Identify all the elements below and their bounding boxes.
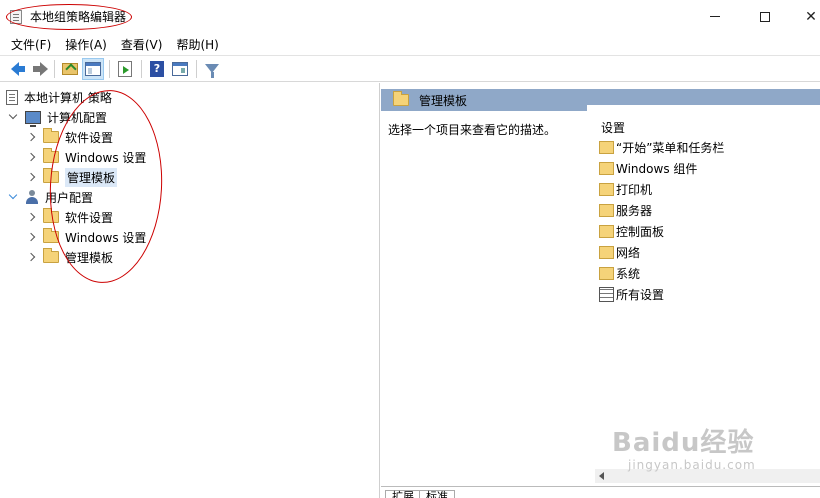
user-icon bbox=[25, 190, 39, 204]
minimize-icon bbox=[710, 16, 720, 17]
folder-icon bbox=[599, 245, 614, 259]
folder-icon bbox=[393, 91, 409, 106]
all-settings-icon bbox=[599, 286, 614, 302]
scroll-left-icon[interactable] bbox=[599, 472, 604, 480]
chevron-right-icon[interactable] bbox=[26, 152, 36, 162]
folder-icon bbox=[599, 161, 614, 175]
help-icon: ? bbox=[150, 60, 164, 77]
filter-button[interactable] bbox=[201, 58, 223, 80]
properties-icon bbox=[172, 61, 188, 76]
setting-label: 网络 bbox=[616, 245, 641, 260]
watermark: Baidu经验 jingyan.baidu.com bbox=[612, 418, 772, 488]
setting-label: 系统 bbox=[616, 266, 641, 281]
setting-control-panel[interactable]: 控制面板 bbox=[599, 221, 664, 241]
setting-label: 打印机 bbox=[616, 182, 653, 197]
menu-view[interactable]: 查看(V) bbox=[114, 36, 170, 53]
toolbar-separator bbox=[109, 59, 110, 78]
up-one-level-button[interactable] bbox=[59, 58, 81, 80]
setting-system[interactable]: 系统 bbox=[599, 263, 640, 283]
title-bar: 本地组策略编辑器 ✕ bbox=[0, 0, 820, 33]
tab-extended[interactable]: 扩展 bbox=[385, 490, 421, 498]
minimize-button[interactable] bbox=[692, 0, 738, 33]
setting-network[interactable]: 网络 bbox=[599, 242, 640, 262]
setting-server[interactable]: 服务器 bbox=[599, 200, 652, 220]
setting-label: 所有设置 bbox=[616, 287, 665, 302]
chevron-down-icon[interactable] bbox=[8, 110, 18, 120]
show-hide-tree-button[interactable] bbox=[82, 57, 104, 80]
chevron-right-icon[interactable] bbox=[26, 252, 36, 262]
show-tree-icon bbox=[85, 61, 101, 76]
forward-button[interactable] bbox=[27, 58, 49, 80]
watermark-url: jingyan.baidu.com bbox=[628, 458, 756, 472]
computer-icon bbox=[25, 110, 41, 127]
close-button[interactable]: ✕ bbox=[788, 0, 820, 33]
back-icon bbox=[11, 61, 25, 76]
setting-all-settings[interactable]: 所有设置 bbox=[599, 284, 664, 304]
setting-start-menu-taskbar[interactable]: “开始”菜单和任务栏 bbox=[599, 137, 724, 157]
red-annotation-ellipse bbox=[6, 4, 132, 30]
setting-windows-components[interactable]: Windows 组件 bbox=[599, 158, 697, 178]
watermark-logo-text: Baidu经验 bbox=[612, 428, 755, 458]
properties-button[interactable] bbox=[169, 58, 191, 80]
toolbar: ? bbox=[0, 55, 820, 82]
folder-icon bbox=[599, 266, 614, 280]
filter-icon bbox=[205, 64, 219, 78]
tab-standard[interactable]: 标准 bbox=[419, 490, 455, 498]
folder-up-icon bbox=[62, 62, 78, 75]
maximize-button[interactable] bbox=[742, 0, 788, 33]
close-icon: ✕ bbox=[805, 8, 817, 25]
setting-label: 服务器 bbox=[616, 203, 653, 218]
menu-file[interactable]: 文件(F) bbox=[4, 36, 58, 53]
chevron-right-icon[interactable] bbox=[26, 172, 36, 182]
chevron-right-icon[interactable] bbox=[26, 212, 36, 222]
maximize-icon bbox=[760, 11, 770, 22]
chevron-right-icon[interactable] bbox=[26, 232, 36, 242]
folder-icon bbox=[599, 203, 614, 217]
setting-label: 控制面板 bbox=[616, 224, 665, 239]
setting-printers[interactable]: 打印机 bbox=[599, 179, 652, 199]
help-button[interactable]: ? bbox=[146, 58, 168, 80]
settings-column-header[interactable]: 设置 bbox=[601, 119, 625, 136]
export-icon bbox=[118, 60, 132, 77]
setting-label: Windows 组件 bbox=[616, 161, 698, 176]
menu-help[interactable]: 帮助(H) bbox=[169, 36, 225, 53]
toolbar-separator bbox=[54, 59, 55, 78]
setting-label: “开始”菜单和任务栏 bbox=[616, 140, 725, 155]
chevron-right-icon[interactable] bbox=[26, 132, 36, 142]
folder-icon bbox=[43, 128, 59, 143]
folder-icon bbox=[43, 248, 59, 263]
back-button[interactable] bbox=[4, 58, 26, 80]
menu-bar: 文件(F) 操作(A) 查看(V) 帮助(H) bbox=[0, 33, 820, 55]
folder-icon bbox=[599, 224, 614, 238]
policy-icon bbox=[6, 89, 18, 105]
folder-icon bbox=[599, 182, 614, 196]
description-text: 选择一个项目来查看它的描述。 bbox=[388, 123, 557, 137]
menu-action[interactable]: 操作(A) bbox=[58, 36, 114, 53]
toolbar-separator bbox=[141, 59, 142, 78]
tree-pane: 本地计算机 策略 计算机配置 软件设置 Windows 设置 管理模板 用户配置… bbox=[0, 83, 380, 498]
forward-icon bbox=[33, 61, 48, 76]
chevron-down-icon[interactable] bbox=[8, 190, 18, 200]
toolbar-separator bbox=[196, 59, 197, 78]
folder-icon bbox=[599, 140, 614, 154]
export-list-button[interactable] bbox=[114, 58, 136, 80]
details-header-title: 管理模板 bbox=[419, 93, 468, 108]
